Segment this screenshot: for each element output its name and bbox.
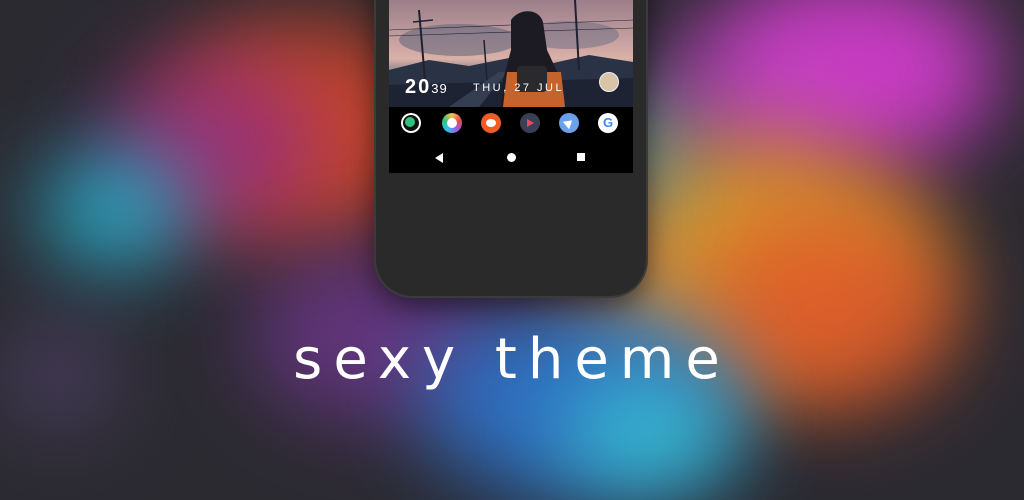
back-icon[interactable] <box>435 153 443 163</box>
avatar-icon <box>599 72 619 92</box>
navigation-bar <box>389 148 633 168</box>
banner-headline: sexy theme <box>293 327 731 392</box>
recents-icon[interactable] <box>577 153 585 161</box>
blur-blob <box>40 150 190 270</box>
clock-hours: 20 <box>405 76 432 98</box>
video-player-app-icon[interactable] <box>520 113 540 133</box>
lockscreen-date: THU, 27 JUL <box>473 82 565 94</box>
navigation-app-icon[interactable] <box>559 113 579 133</box>
google-app-icon[interactable]: G <box>598 113 618 133</box>
photos-app-icon[interactable] <box>442 113 462 133</box>
app-dock: G <box>389 113 633 143</box>
reddit-app-icon[interactable] <box>481 113 501 133</box>
lockscreen-clock: 2039 <box>405 76 448 99</box>
phone-mockup: 2039 THU, 27 JUL G <box>376 0 646 296</box>
banner: 2039 THU, 27 JUL G sexy theme <box>0 0 1024 500</box>
clock-app-icon[interactable] <box>401 113 421 133</box>
phone-screen: 2039 THU, 27 JUL G <box>389 0 633 173</box>
home-icon[interactable] <box>507 153 516 162</box>
google-g-glyph: G <box>602 115 614 130</box>
clock-minutes: 39 <box>431 81 448 96</box>
